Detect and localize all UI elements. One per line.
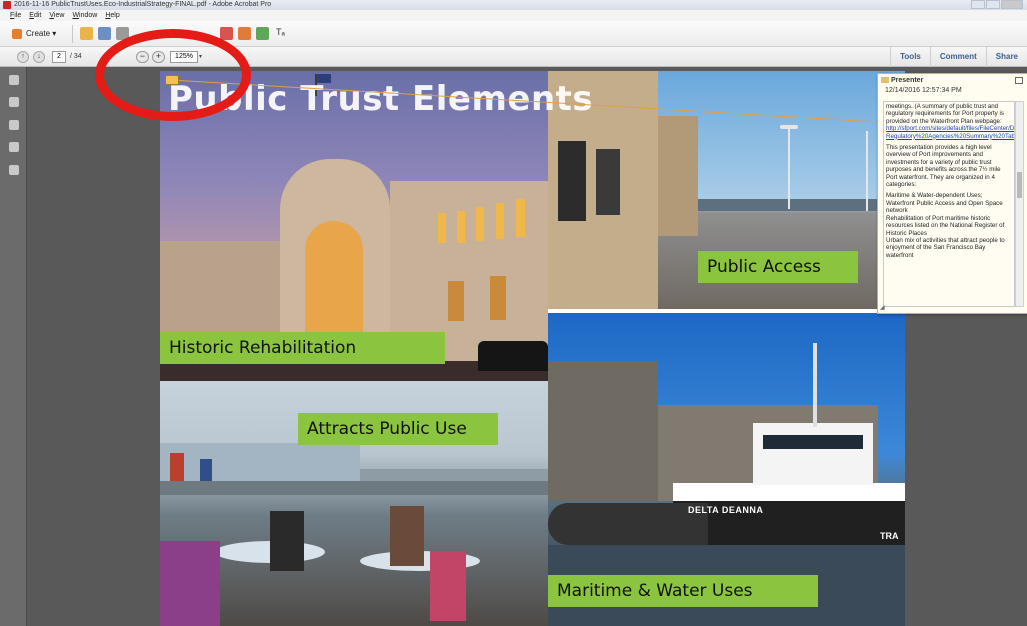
comment-author: Presenter bbox=[881, 77, 923, 84]
open-folder-icon[interactable] bbox=[80, 27, 93, 40]
comment-list-item: Waterfront Public Access and Open Space … bbox=[886, 199, 1003, 215]
boat-name-suffix: TRA bbox=[880, 531, 899, 541]
label-attracts-public-use: Attracts Public Use bbox=[298, 413, 498, 445]
comment-list-item: Urban mix of activities that attract peo… bbox=[886, 236, 1005, 259]
shed-arch bbox=[658, 116, 698, 236]
diner bbox=[430, 551, 466, 621]
page-number-input[interactable]: 2 bbox=[52, 51, 66, 63]
cabin-windows bbox=[763, 435, 863, 449]
tugboat-cabin bbox=[753, 423, 873, 485]
previous-page-icon[interactable]: ↑ bbox=[17, 51, 29, 63]
diner bbox=[390, 506, 424, 566]
menu-file[interactable]: File bbox=[10, 10, 21, 21]
window-light bbox=[476, 207, 484, 241]
light-pole bbox=[788, 127, 790, 209]
comment-author-name: Presenter bbox=[891, 77, 924, 84]
red-highlight-circle bbox=[95, 29, 251, 121]
tugboat-deck bbox=[673, 483, 905, 501]
create-label: Create bbox=[26, 29, 51, 38]
menu-edit[interactable]: Edit bbox=[29, 10, 41, 21]
minimize-button[interactable] bbox=[971, 0, 985, 9]
attachments-icon[interactable] bbox=[9, 120, 19, 130]
lamp-head bbox=[780, 125, 798, 129]
next-page-icon[interactable]: ↓ bbox=[33, 51, 45, 63]
comment-popup[interactable]: Presenter 12/14/2016 12:57:34 PM meeting… bbox=[877, 73, 1027, 314]
navigation-pane bbox=[0, 67, 27, 626]
bookmarks-icon[interactable] bbox=[9, 97, 19, 107]
maritime-photo: DELTA DEANNA TRA Maritime & Water Uses bbox=[548, 313, 905, 626]
pier-39-buildings bbox=[160, 443, 360, 481]
save-icon[interactable] bbox=[98, 27, 111, 40]
resize-grip-icon[interactable]: ◢ bbox=[880, 304, 885, 311]
tower-red bbox=[170, 453, 184, 481]
tower-blue bbox=[200, 459, 212, 481]
mast bbox=[813, 343, 817, 427]
minimize-comment-button[interactable] bbox=[1015, 77, 1023, 84]
shed-door bbox=[558, 141, 586, 221]
page-total: / 34 bbox=[70, 53, 82, 60]
close-button[interactable] bbox=[1001, 0, 1023, 9]
menu-help[interactable]: Help bbox=[105, 10, 119, 21]
task-panes: Tools Comment Share bbox=[890, 47, 1027, 67]
text-tool-icon[interactable]: Tₐ bbox=[276, 27, 285, 37]
window-light bbox=[496, 203, 504, 239]
comment-list-item: Rehabilitation of Port maritime historic… bbox=[886, 214, 1005, 237]
window-light bbox=[438, 213, 446, 243]
combine-icon[interactable] bbox=[256, 27, 269, 40]
comment-scrollbar[interactable] bbox=[1015, 101, 1024, 307]
menu-window[interactable]: Window bbox=[72, 10, 97, 21]
diner bbox=[270, 511, 304, 571]
railing bbox=[160, 481, 548, 495]
scrollbar-thumb[interactable] bbox=[1017, 172, 1022, 198]
fender bbox=[548, 503, 708, 545]
bay-water bbox=[698, 199, 905, 211]
menu-bar: File Edit View Window Help bbox=[0, 10, 1027, 21]
label-historic-rehabilitation: Historic Rehabilitation bbox=[160, 332, 445, 364]
comment-list-item: Maritime & Water-dependent Uses; bbox=[886, 192, 983, 200]
menu-view[interactable]: View bbox=[49, 10, 64, 21]
window-light bbox=[448, 281, 464, 321]
export-icon[interactable] bbox=[238, 27, 251, 40]
shed-door bbox=[596, 149, 620, 215]
taxi-car bbox=[478, 341, 548, 371]
label-maritime-water-uses: Maritime & Water Uses bbox=[548, 575, 818, 607]
toolbar-divider bbox=[72, 25, 73, 43]
share-button[interactable]: Share bbox=[985, 47, 1027, 67]
title-bar: 2016-11-16 PublicTrustUses.Eco-Industria… bbox=[0, 0, 1027, 10]
window-controls bbox=[971, 0, 1023, 9]
tools-button[interactable]: Tools bbox=[890, 47, 930, 67]
window-light bbox=[490, 276, 506, 320]
page-thumbnails-icon[interactable] bbox=[9, 75, 19, 85]
pdf-icon[interactable] bbox=[220, 27, 233, 40]
comment-text[interactable]: meetings. (A summary of public trust and… bbox=[883, 101, 1015, 307]
warehouse bbox=[548, 361, 658, 501]
acrobat-app-icon bbox=[3, 1, 11, 9]
window-title: 2016-11-16 PublicTrustUses.Eco-Industria… bbox=[14, 1, 272, 8]
comment-text-pre: meetings. (A summary of public trust and… bbox=[886, 103, 1004, 125]
signatures-icon[interactable] bbox=[9, 165, 19, 175]
window-light bbox=[457, 211, 465, 243]
pdf-slide: Historic Rehabilitation Public Access At… bbox=[160, 71, 905, 626]
comment-pen-icon bbox=[881, 77, 889, 84]
public-access-photo: Public Access bbox=[548, 71, 905, 309]
maximize-button[interactable] bbox=[986, 0, 1000, 9]
light-pole bbox=[866, 131, 868, 211]
public-use-photo: Attracts Public Use bbox=[160, 381, 548, 626]
comment-link[interactable]: http://sfport.com/sites/default/files/Fi… bbox=[886, 125, 1014, 139]
create-icon bbox=[12, 29, 22, 39]
window-light bbox=[516, 199, 525, 237]
comment-date: 12/14/2016 12:57:34 PM bbox=[885, 87, 962, 94]
diner bbox=[160, 541, 220, 626]
label-public-access: Public Access bbox=[698, 251, 858, 283]
comment-paragraph: meetings. (A summary of public trust and… bbox=[886, 103, 1014, 140]
create-button[interactable]: Create ▾ bbox=[10, 26, 62, 42]
comment-button[interactable]: Comment bbox=[929, 47, 986, 67]
boat-name: DELTA DEANNA bbox=[688, 505, 764, 515]
acrobat-window: 2016-11-16 PublicTrustUses.Eco-Industria… bbox=[0, 0, 1027, 626]
comment-paragraph: This presentation provides a high level … bbox=[886, 144, 1001, 189]
layers-icon[interactable] bbox=[9, 142, 19, 152]
